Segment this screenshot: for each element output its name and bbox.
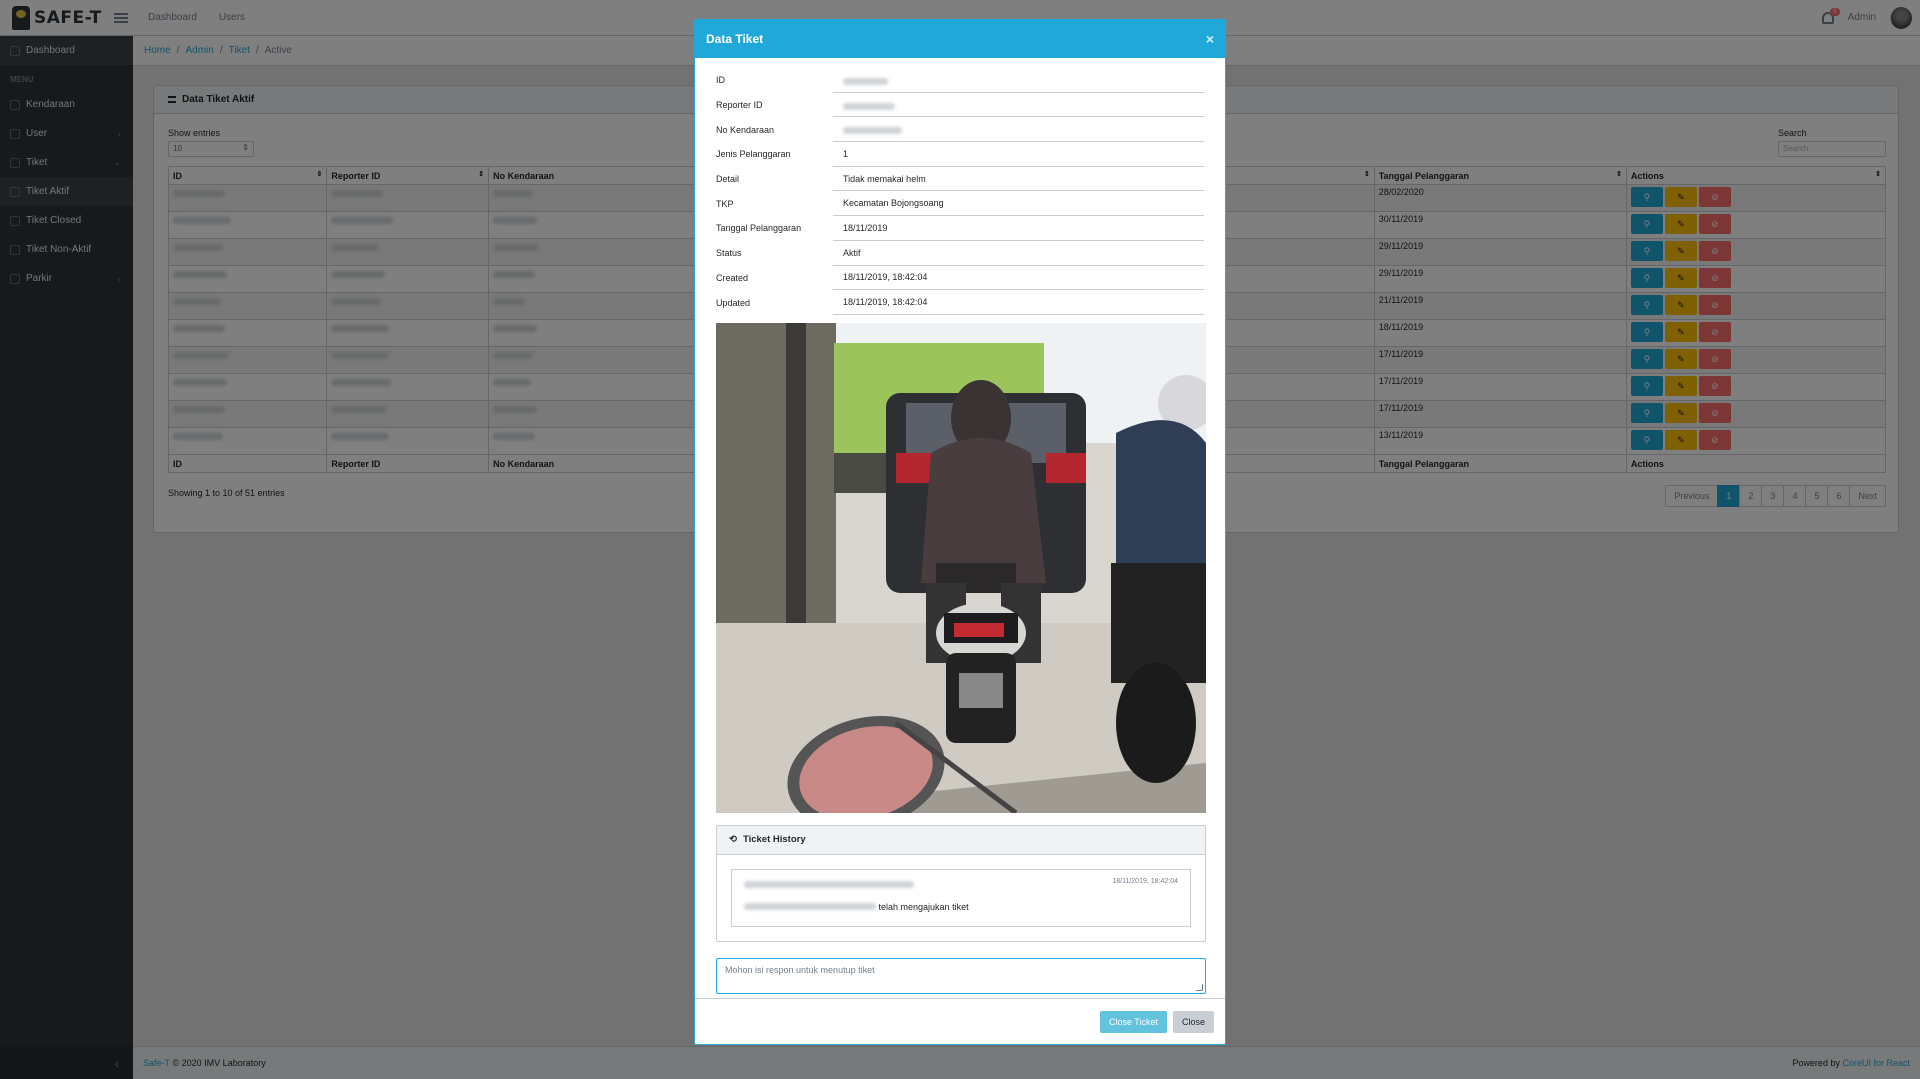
field-value: 1 (833, 142, 1204, 167)
field-label: Status (716, 248, 742, 259)
field-label: TKP (716, 198, 734, 209)
ticket-history-title: Ticket History (742, 834, 806, 846)
modal-header: Data Tiket × (695, 20, 1225, 58)
field-value (833, 93, 1204, 118)
history-action: telah mengajukan tiket (878, 901, 969, 912)
field-value (833, 68, 1204, 93)
ticket-history-card: ⟲ Ticket History 18/11/2019, 18:42:04 te… (716, 824, 1206, 942)
field-value: Kecamatan Bojongsoang (833, 191, 1204, 217)
close-ticket-button[interactable]: Close Ticket (1099, 1010, 1167, 1033)
close-icon[interactable]: × (1206, 31, 1214, 47)
field-label: Detail (716, 174, 740, 185)
field-value-redacted (843, 127, 902, 135)
field-row: Jenis Pelanggaran 1 (716, 142, 1204, 167)
field-row: TKP Kecamatan Bojongsoang (716, 191, 1204, 217)
ticket-history-header: ⟲ Ticket History (717, 825, 1205, 855)
field-label: Updated (716, 297, 751, 308)
history-entry: 18/11/2019, 18:42:04 telah mengajukan ti… (731, 868, 1191, 927)
history-icon: ⟲ (729, 834, 737, 846)
violation-photo-svg (716, 322, 1206, 813)
field-row: Status Aktif (716, 241, 1204, 266)
field-row: Created 18/11/2019, 18:42:04 (716, 266, 1204, 291)
violation-photo (716, 322, 1206, 813)
field-value: 18/11/2019, 18:42:04 (833, 266, 1204, 291)
field-row: ID (716, 68, 1204, 93)
ticket-modal: Data Tiket × ID Reporter ID No Kendaraan Je… (694, 19, 1226, 1045)
field-label: Tanggal Pelanggaran (716, 223, 802, 234)
field-row: Updated 18/11/2019, 18:42:04 (716, 290, 1204, 315)
field-value-redacted (843, 102, 895, 110)
field-value: Tidak memakai helm (833, 167, 1204, 192)
field-value: 18/11/2019 (833, 216, 1204, 241)
field-value-redacted (843, 77, 888, 85)
close-button[interactable]: Close (1172, 1010, 1214, 1033)
history-entry-author-redacted (744, 880, 914, 888)
history-time: 18/11/2019, 18:42:04 (1112, 877, 1178, 885)
field-row: No Kendaraan (716, 117, 1204, 143)
response-input[interactable]: Mohon isi respon untuk menutup tiket (716, 957, 1206, 994)
history-text: telah mengajukan tiket (744, 900, 969, 912)
field-label: Created (716, 272, 749, 283)
modal-title: Data Tiket (706, 32, 764, 46)
field-row: Tanggal Pelanggaran 18/11/2019 (716, 216, 1204, 241)
field-label: ID (716, 75, 725, 86)
field-label: Reporter ID (716, 100, 763, 111)
field-row: Reporter ID (716, 93, 1204, 118)
field-row: Detail Tidak memakai helm (716, 167, 1204, 192)
modal-footer: Close Ticket Close (695, 998, 1225, 1044)
field-value: Aktif (833, 241, 1204, 266)
field-label: No Kendaraan (716, 124, 775, 135)
field-value (833, 117, 1204, 143)
field-label: Jenis Pelanggaran (716, 149, 791, 160)
modal-body: ID Reporter ID No Kendaraan Jenis Pelanggar… (695, 58, 1225, 994)
history-entry-user-redacted (744, 902, 876, 910)
field-value: 18/11/2019, 18:42:04 (833, 290, 1204, 315)
